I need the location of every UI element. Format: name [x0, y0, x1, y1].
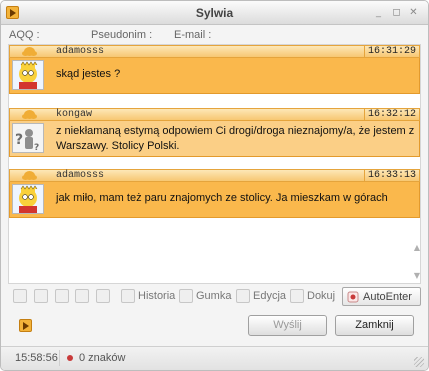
question-avatar-icon: ??	[12, 123, 44, 153]
eraser-label: Gumka	[196, 290, 232, 302]
message-nick: adamosss	[56, 46, 105, 57]
history-icon	[121, 289, 135, 303]
chat-log[interactable]: adamosss 16:31:29 skąd jestes ? kongaw 1…	[8, 44, 421, 284]
message-nick: kongaw	[56, 109, 93, 120]
flower-icon	[24, 47, 35, 56]
message-time: 16:32:12	[363, 109, 419, 120]
nudge-icon	[34, 289, 48, 303]
close-icon[interactable]: ✕	[407, 6, 420, 19]
history-label: Historia	[138, 290, 176, 302]
autoenter-toggle[interactable]: AutoEnter	[342, 287, 421, 306]
autoenter-icon	[347, 291, 359, 302]
restore-icon[interactable]: ◻	[390, 6, 403, 19]
message-body: ?? z niekłamaną estymą odpowiem Ci drogi…	[9, 121, 420, 157]
flower-icon	[24, 171, 35, 180]
message-text: z niekłamaną estymą odpowiem Ci drogi/dr…	[56, 125, 415, 152]
bart-avatar-icon	[12, 60, 44, 90]
svg-text:?: ?	[34, 143, 39, 152]
send-button[interactable]: Wyślij	[248, 315, 327, 336]
message-header: adamosss 16:33:13	[9, 169, 420, 182]
bart-avatar-icon	[12, 184, 44, 214]
pseudonym-label: Pseudonim :	[91, 29, 153, 41]
emoticons-button[interactable]	[13, 288, 30, 304]
status-time: 15:58:56	[15, 352, 58, 364]
title-bar[interactable]: Sylwia _ ◻ ✕	[1, 1, 428, 25]
image-button[interactable]	[55, 288, 72, 304]
status-divider	[59, 350, 60, 366]
history-button[interactable]: Historia	[121, 288, 175, 304]
file-icon	[96, 289, 110, 303]
app-logo-icon[interactable]	[19, 319, 32, 332]
email-label: E-mail :	[174, 29, 212, 41]
flower-icon	[24, 110, 35, 119]
window-title: Sylwia	[195, 6, 234, 20]
eraser-icon	[179, 289, 193, 303]
message-time: 16:31:29	[363, 46, 419, 57]
attach-button[interactable]: Dokuj	[290, 288, 335, 304]
message-body: jak miło, mam też paru znajomych ze stol…	[9, 182, 420, 218]
edit-label: Edycja	[253, 290, 287, 302]
svg-text:?: ?	[15, 132, 23, 148]
nudge-button[interactable]	[34, 288, 51, 304]
message-header: adamosss 16:31:29	[9, 45, 420, 58]
message-text: jak miło, mam też paru znajomych ze stol…	[56, 192, 388, 204]
image-icon	[55, 289, 69, 303]
scroll-down-icon[interactable]: ▼	[412, 271, 422, 281]
message-text: skąd jestes ?	[56, 68, 121, 80]
chat-toolbar: Historia Gumka Edycja Dokuj AutoEnter	[8, 286, 422, 306]
status-bar: 15:58:56 0 znaków	[1, 346, 428, 370]
status-dot-icon	[67, 355, 73, 361]
message-input-area[interactable]: Wyślij Zamknij	[8, 309, 422, 345]
close-button[interactable]: Zamknij	[335, 315, 414, 336]
attach-label: Dokuj	[307, 290, 336, 302]
message-time: 16:33:13	[363, 170, 419, 181]
edit-button[interactable]: Edycja	[236, 288, 286, 304]
media-button[interactable]	[75, 288, 92, 304]
contact-info-bar: AQQ : Pseudonim : E-mail :	[1, 26, 428, 43]
eraser-button[interactable]: Gumka	[179, 288, 231, 304]
attach-icon	[290, 289, 304, 303]
emoticon-icon	[13, 289, 27, 303]
play-icon	[75, 289, 89, 303]
file-button[interactable]	[96, 288, 113, 304]
char-counter: 0 znaków	[79, 352, 126, 364]
message-nick: adamosss	[56, 170, 105, 181]
minimize-icon[interactable]: _	[372, 6, 385, 19]
message-header: kongaw 16:32:12	[9, 108, 420, 121]
resize-grip-icon[interactable]	[414, 357, 424, 367]
edit-icon	[236, 289, 250, 303]
aqq-label: AQQ :	[9, 29, 40, 41]
message-body: skąd jestes ?	[9, 58, 420, 94]
scroll-up-icon[interactable]: ▲	[412, 243, 422, 253]
autoenter-label: AutoEnter	[363, 290, 412, 303]
chat-window: Sylwia _ ◻ ✕ AQQ : Pseudonim : E-mail : …	[0, 0, 429, 371]
